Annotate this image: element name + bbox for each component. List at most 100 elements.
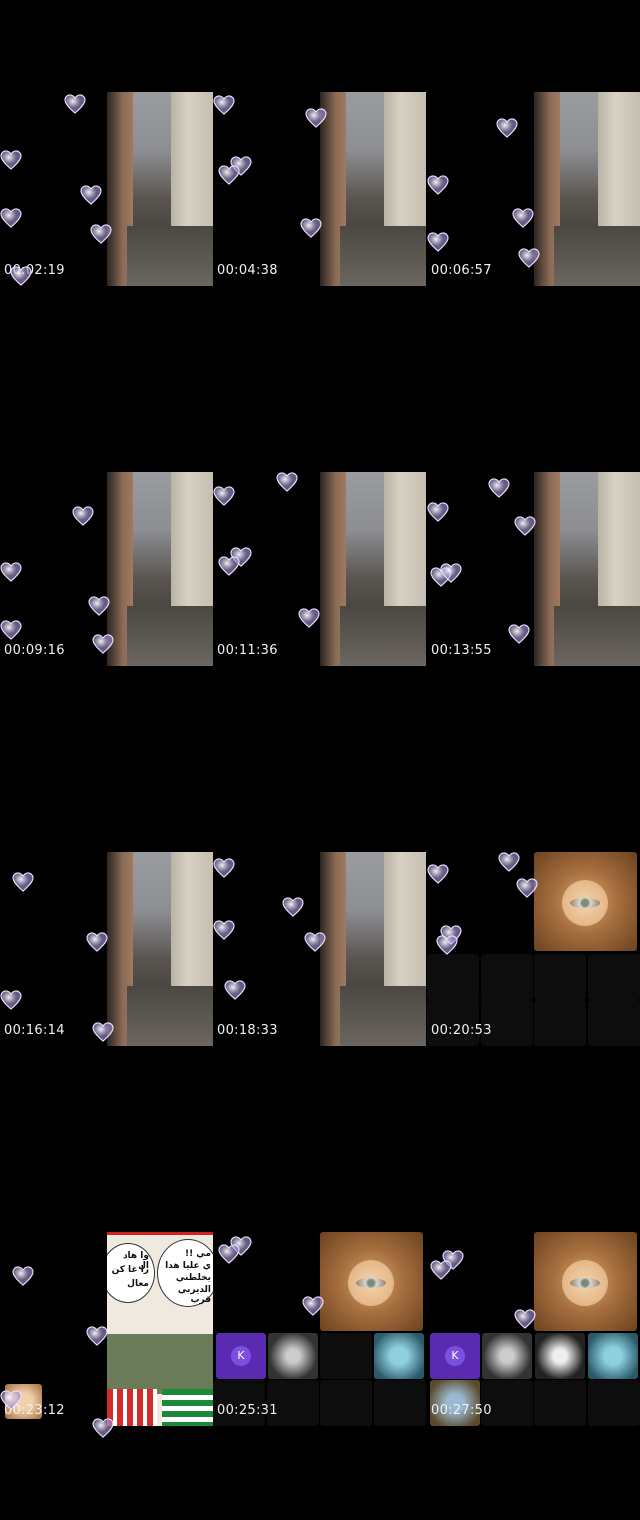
video-frame bbox=[0, 92, 213, 286]
heart-bubble-icon bbox=[518, 248, 540, 268]
heart-bubble-icon bbox=[427, 864, 449, 884]
heart-bubble-icon bbox=[218, 165, 240, 185]
heart-bubble-icon bbox=[64, 94, 86, 114]
avatar-letter: K bbox=[231, 1346, 251, 1366]
meme-text: ي عليا هدا bbox=[165, 1261, 211, 1271]
heart-bubble-icon bbox=[282, 897, 304, 917]
heart-bubble-icon bbox=[213, 486, 235, 506]
grid-tile bbox=[427, 954, 479, 1000]
heart-bubble-icon bbox=[213, 858, 235, 878]
heart-bubble-icon bbox=[0, 150, 22, 170]
thumbnail bbox=[374, 1333, 424, 1379]
street-photo bbox=[107, 852, 213, 1046]
frame-cell: K 00:27:50 bbox=[427, 1140, 640, 1520]
meme-text: را غا كن bbox=[111, 1265, 149, 1275]
timestamp: 00:13:55 bbox=[431, 643, 492, 658]
heart-bubble-icon bbox=[0, 990, 22, 1010]
heart-bubble-icon bbox=[514, 516, 536, 536]
heart-bubble-icon bbox=[488, 478, 510, 498]
video-frame: K bbox=[213, 1232, 426, 1426]
heart-bubble-icon bbox=[300, 218, 322, 238]
meme-text: يخلطني bbox=[175, 1273, 211, 1283]
street-photo bbox=[107, 472, 213, 666]
heart-bubble-icon bbox=[224, 980, 246, 1000]
heart-bubble-icon bbox=[305, 108, 327, 128]
meme-image: وا هاد ال را غا كن معال مي !! ي عليا هدا… bbox=[107, 1232, 213, 1426]
frame-cell: 00:04:38 bbox=[213, 0, 426, 380]
timestamp: 00:16:14 bbox=[4, 1023, 65, 1038]
heart-bubble-icon bbox=[427, 175, 449, 195]
heart-bubble-icon bbox=[12, 872, 34, 892]
timestamp: 00:27:50 bbox=[431, 1403, 492, 1418]
eye-image-tile bbox=[320, 1232, 423, 1331]
street-photo bbox=[320, 92, 426, 286]
heart-bubble-icon bbox=[304, 932, 326, 952]
grid-tile bbox=[320, 1380, 372, 1426]
heart-bubble-icon bbox=[92, 1418, 114, 1438]
heart-bubble-icon bbox=[276, 472, 298, 492]
heart-bubble-icon bbox=[0, 1390, 22, 1410]
heart-bubble-icon bbox=[92, 634, 114, 654]
street-photo bbox=[534, 92, 640, 286]
heart-bubble-icon bbox=[440, 563, 462, 583]
heart-bubble-icon bbox=[514, 1309, 536, 1329]
meme-text: معال bbox=[127, 1279, 149, 1289]
meme-text: الديربي قرب bbox=[177, 1285, 211, 1305]
avatar-tile: K bbox=[430, 1333, 480, 1379]
grid-tile bbox=[534, 954, 586, 1000]
frame-cell: K 00:25:31 bbox=[213, 1140, 426, 1520]
heart-bubble-icon bbox=[430, 1260, 452, 1280]
heart-bubble-icon bbox=[86, 1326, 108, 1346]
avatar-tile: K bbox=[216, 1333, 266, 1379]
timestamp: 00:06:57 bbox=[431, 263, 492, 278]
timestamp: 00:20:53 bbox=[431, 1023, 492, 1038]
heart-bubble-icon bbox=[0, 208, 22, 228]
heart-bubble-icon bbox=[512, 208, 534, 228]
heart-bubble-icon bbox=[516, 878, 538, 898]
heart-bubble-icon bbox=[0, 620, 22, 640]
grid-tile bbox=[588, 954, 640, 1000]
timestamp: 00:11:36 bbox=[217, 643, 278, 658]
grid-tile bbox=[481, 954, 533, 1000]
heart-bubble-icon bbox=[0, 562, 22, 582]
heart-bubble-icon bbox=[218, 1244, 240, 1264]
heart-bubble-icon bbox=[213, 920, 235, 940]
heart-bubble-icon bbox=[12, 1266, 34, 1286]
heart-bubble-icon bbox=[213, 95, 235, 115]
grid-tile bbox=[320, 1333, 372, 1379]
meme-text: مي !! bbox=[184, 1249, 211, 1259]
heart-bubble-icon bbox=[298, 608, 320, 628]
frame-cell: 00:06:57 bbox=[427, 0, 640, 380]
grid-tile bbox=[374, 1380, 426, 1426]
heart-bubble-icon bbox=[436, 935, 458, 955]
timestamp: 00:04:38 bbox=[217, 263, 278, 278]
frame-cell: 00:09:16 bbox=[0, 380, 213, 760]
eye-image-tile bbox=[534, 852, 637, 951]
grid-tile bbox=[534, 1380, 586, 1426]
street-photo bbox=[320, 852, 426, 1046]
street-photo bbox=[320, 472, 426, 666]
grid-tile bbox=[534, 1000, 586, 1046]
thumbnail bbox=[482, 1333, 532, 1379]
video-frame bbox=[213, 472, 426, 666]
thumbnail bbox=[535, 1333, 585, 1379]
heart-bubble-icon bbox=[496, 118, 518, 138]
thumbnail bbox=[268, 1333, 318, 1379]
heart-bubble-icon bbox=[10, 266, 32, 286]
heart-bubble-icon bbox=[218, 556, 240, 576]
heart-bubble-icon bbox=[427, 232, 449, 252]
heart-bubble-icon bbox=[302, 1296, 324, 1316]
street-photo bbox=[534, 472, 640, 666]
heart-bubble-icon bbox=[498, 852, 520, 872]
timestamp: 00:18:33 bbox=[217, 1023, 278, 1038]
heart-bubble-icon bbox=[427, 502, 449, 522]
timestamp: 00:09:16 bbox=[4, 643, 65, 658]
frame-cell: 00:11:36 bbox=[213, 380, 426, 760]
timestamp: 00:25:31 bbox=[217, 1403, 278, 1418]
heart-bubble-icon bbox=[72, 506, 94, 526]
heart-bubble-icon bbox=[86, 932, 108, 952]
grid-tile bbox=[588, 1000, 640, 1046]
heart-bubble-icon bbox=[508, 624, 530, 644]
frame-cell: 00:20:53 bbox=[427, 760, 640, 1140]
avatar-letter: K bbox=[445, 1346, 465, 1366]
